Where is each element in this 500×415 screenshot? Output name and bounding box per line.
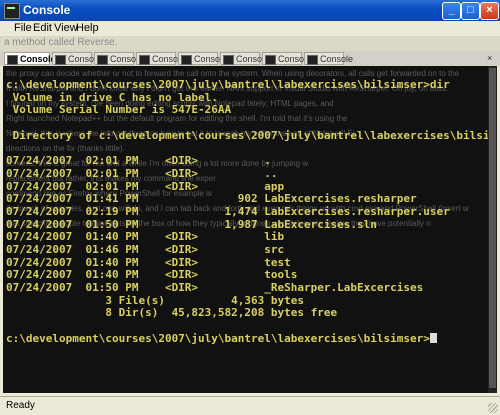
console-line-text: 07/24/2007 01:40 PM <DIR> test [6,255,291,269]
console-line-text: 07/24/2007 02:01 PM <DIR> .. [6,166,278,180]
minimize-button[interactable]: _ [442,2,461,20]
console-output-area[interactable]: the proxy can decide whether or not to f… [3,66,497,393]
maximize-button[interactable]: □ [461,2,480,20]
console-tab-icon [265,55,276,65]
console-line: 8 Dir(s) 45,823,582,208 bytes free [6,307,497,320]
console-tab-icon [97,55,108,65]
tab-console-1[interactable]: Console [4,52,56,65]
text-cursor [429,332,437,343]
console-line-text: c:\development\courses\2007\july\bantrel… [6,78,450,91]
console-tab-icon [55,55,66,65]
console-line-text: 07/24/2007 01:41 PM 902 LabExcercises.re… [6,192,417,206]
window-title: Console [23,3,71,17]
console-line-text: 07/24/2007 01:40 PM <DIR> tools [6,268,298,282]
console-tab-icon [139,55,150,65]
menu-file[interactable]: File [14,22,32,34]
console-tab-icon [307,55,318,65]
console-app-icon [4,3,20,19]
scrollbar-thumb[interactable] [489,68,496,388]
status-bar: Ready [0,396,500,415]
close-button[interactable]: × [480,2,499,20]
vertical-scrollbar[interactable] [488,66,497,393]
tab-console-7[interactable]: Console [262,52,311,65]
background-text-fragment: a method called Reverse. [4,37,118,48]
console-tab-icon [181,55,192,65]
menu-help[interactable]: Help [76,22,99,34]
toolbar: a method called Reverse. [0,36,500,52]
tab-bar: Console Console Console Console Console … [0,51,500,66]
console-line-text: Directory of c:\development\courses\2007… [6,128,497,142]
console-line-text: 07/24/2007 01:40 PM <DIR> lib [6,230,285,244]
status-text: Ready [6,400,35,411]
tab-console-2[interactable]: Console [52,52,101,65]
console-line: c:\development\courses\2007\july\bantrel… [6,331,497,346]
console-line-text: 07/24/2007 02:01 PM <DIR> . [6,154,271,168]
menu-view[interactable]: View [54,22,78,34]
console-line-text: Volume Serial Number is 547E-26AA [6,103,232,117]
tab-console-6[interactable]: Console [220,52,269,65]
console-line-text: 07/24/2007 01:50 PM 1,987 LabExcercises.… [6,217,377,231]
resize-grip-icon[interactable] [488,403,498,413]
console-line-text: 07/24/2007 02:19 PM 1,474 LabExcercises.… [6,204,450,218]
console-line: Volume Serial Number is 547E-26AA [6,104,497,117]
console-text: c:\development\courses\2007\july\bantrel… [6,78,497,346]
console-line-text: Volume in drive C has no label. [6,90,218,104]
console-line-text: 07/24/2007 01:50 PM <DIR> _ReSharper.Lab… [6,281,424,294]
console-line-text: 8 Dir(s) 45,823,582,208 bytes free [6,306,338,320]
menu-bar: File Edit View Help [0,21,500,36]
tab-console-8[interactable]: Console [304,52,353,65]
console-line-text: c:\development\courses\2007\july\bantrel… [6,331,430,345]
tab-console-5[interactable]: Console [178,52,227,65]
tab-console-3[interactable]: Console [94,52,143,65]
console-line-text: 3 File(s) 4,363 bytes [6,293,305,307]
console-window: Console _ □ × File Edit View Help a meth… [0,0,500,415]
tab-console-4[interactable]: Console [136,52,185,65]
console-tab-icon [223,55,234,65]
close-tab-icon[interactable]: × [487,53,497,63]
console-tab-icon [7,55,18,65]
console-line-text: 07/24/2007 01:46 PM <DIR> src [6,242,285,256]
console-line: Directory of c:\development\courses\2007… [6,128,497,143]
console-line-text: 07/24/2007 02:01 PM <DIR> app [6,179,285,193]
menu-edit[interactable]: Edit [33,22,52,34]
title-bar[interactable]: Console _ □ × [0,0,500,21]
